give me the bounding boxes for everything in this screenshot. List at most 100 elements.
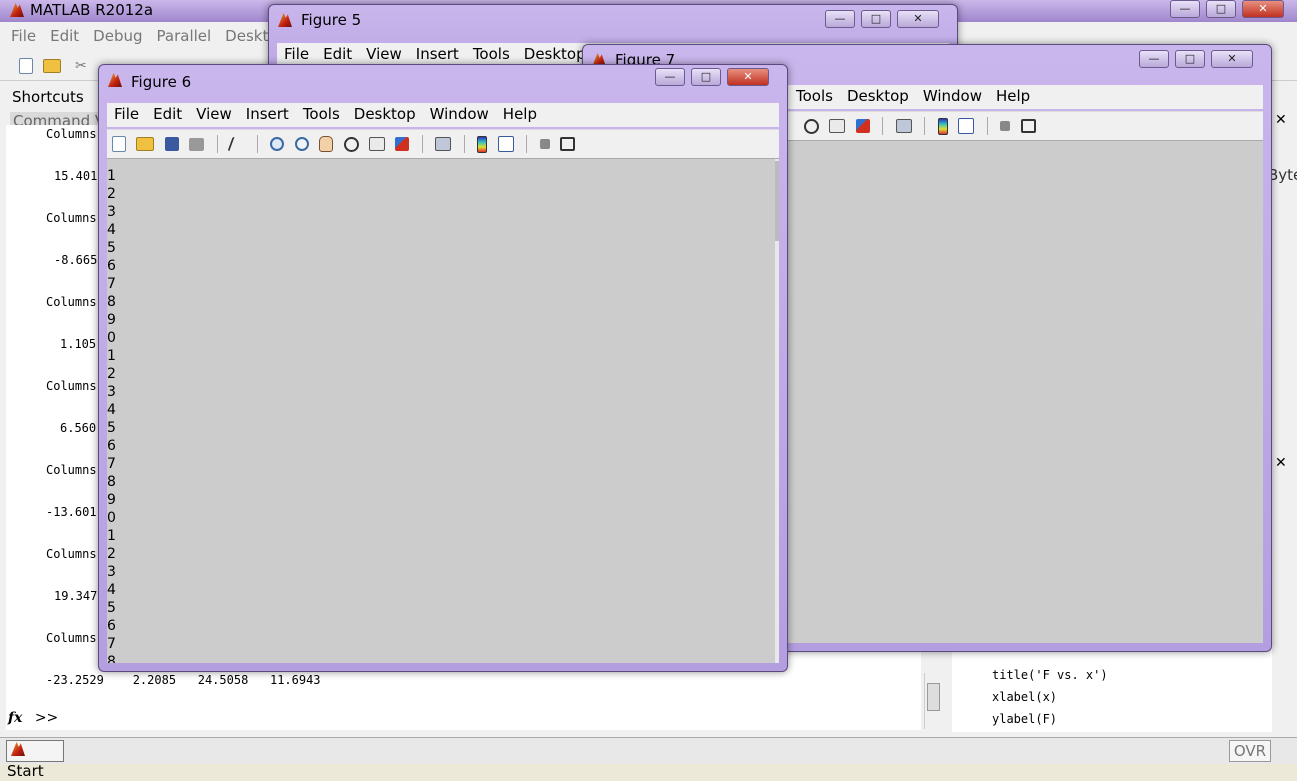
menu-view[interactable]: View	[189, 103, 239, 127]
figure-6-canvas[interactable]: 1 2 3 4 5 6 7 8 9 0 1 2 3 4 5 6 7 8 9 0 1 2 3 4 5 6 7 8	[107, 159, 779, 663]
menu-insert[interactable]: Insert	[239, 103, 296, 127]
menu-help[interactable]: Help	[989, 85, 1037, 109]
brush-icon[interactable]	[855, 119, 870, 133]
maximize-button[interactable]: □	[1206, 0, 1236, 18]
minimize-button[interactable]: —	[825, 10, 855, 28]
axis-digit-label: 6	[107, 258, 116, 274]
menu-window[interactable]: Window	[423, 103, 496, 127]
axis-digit-label: 8	[107, 294, 116, 310]
status-bar	[0, 737, 1297, 764]
cut-icon[interactable]: ✂	[75, 58, 91, 74]
pan-icon[interactable]	[319, 136, 334, 152]
legend-icon[interactable]	[497, 136, 514, 152]
minimize-button[interactable]: —	[1139, 50, 1169, 68]
axis-digit-label: 5	[107, 420, 116, 436]
legend-icon[interactable]	[958, 118, 975, 134]
zoom-in-icon[interactable]	[270, 137, 285, 151]
axis-digit-label: 7	[107, 276, 116, 292]
rotate-3d-icon[interactable]	[343, 136, 359, 152]
print-icon[interactable]	[189, 137, 205, 151]
maximize-button[interactable]: □	[691, 68, 721, 86]
maximize-button[interactable]: □	[861, 10, 891, 28]
menu-tools[interactable]: Tools	[789, 85, 840, 109]
matlab-logo-icon	[10, 3, 24, 17]
axis-digit-label: 2	[107, 366, 116, 382]
close-button[interactable]: ✕	[1211, 50, 1253, 68]
menu-desktop[interactable]: Desktop	[347, 103, 423, 127]
close-button[interactable]: ✕	[727, 68, 769, 86]
command-output-line: 6.560	[60, 421, 97, 435]
new-figure-icon[interactable]	[112, 136, 126, 152]
save-icon[interactable]	[164, 137, 179, 151]
close-button[interactable]: ✕	[897, 10, 939, 28]
close-button[interactable]: ✕	[1242, 0, 1284, 18]
maximize-button[interactable]: □	[1175, 50, 1205, 68]
command-output-line: 1.105	[60, 337, 97, 351]
panel-close-icon[interactable]: ✕	[1275, 455, 1287, 471]
axis-digit-label: 3	[107, 564, 116, 580]
workspace-column-header: Byte	[1268, 166, 1297, 184]
axis-digit-label: 9	[107, 312, 116, 328]
data-cursor-icon[interactable]	[368, 137, 385, 151]
command-output-line: Columns	[46, 295, 97, 309]
command-history-panel: title('F vs. x') xlabel(x) ylabel(F)	[952, 640, 1272, 732]
open-file-icon[interactable]	[136, 137, 155, 151]
menu-parallel[interactable]: Parallel	[150, 25, 219, 49]
hide-plot-tools-icon[interactable]	[1000, 121, 1011, 131]
brush-icon[interactable]	[395, 137, 410, 151]
menu-edit[interactable]: Edit	[43, 25, 86, 49]
link-plot-icon[interactable]	[895, 119, 912, 133]
command-output-line: Columns	[46, 379, 97, 393]
command-window-scrollbar[interactable]	[924, 673, 941, 729]
scrollbar-thumb[interactable]	[775, 161, 779, 241]
history-item[interactable]: ylabel(F)	[992, 712, 1057, 726]
axis-digit-label: 4	[107, 402, 116, 418]
command-output-line: -13.601	[46, 505, 97, 519]
edit-plot-icon[interactable]	[227, 137, 247, 151]
menu-desktop[interactable]: Desktop	[840, 85, 916, 109]
toolbar-separator	[421, 135, 423, 153]
rotate-3d-icon[interactable]	[804, 118, 819, 134]
start-button[interactable]: Start	[6, 740, 64, 780]
history-item[interactable]: title('F vs. x')	[992, 668, 1108, 682]
data-cursor-icon[interactable]	[829, 119, 846, 133]
command-prompt-row[interactable]: fx >>	[8, 710, 58, 726]
toolbar-separator	[924, 117, 926, 135]
hide-plot-tools-icon[interactable]	[539, 139, 550, 149]
axis-digit-label: 1	[107, 348, 116, 364]
zoom-out-icon[interactable]	[294, 137, 309, 151]
show-plot-tools-icon[interactable]	[560, 137, 576, 151]
panel-close-icon[interactable]: ✕	[1275, 112, 1287, 128]
figure-6-title: Figure 6	[131, 73, 192, 91]
axis-digit-label: 7	[107, 636, 116, 652]
menu-help[interactable]: Help	[496, 103, 544, 127]
canvas-scrollbar[interactable]	[775, 159, 779, 663]
axis-digit-label: 1	[107, 528, 116, 544]
fx-icon[interactable]: fx	[8, 710, 22, 726]
minimize-button[interactable]: —	[1170, 0, 1200, 18]
minimize-button[interactable]: —	[655, 68, 685, 86]
command-output-line: 19.347	[54, 589, 98, 603]
scrollbar-thumb[interactable]	[927, 683, 940, 711]
menu-edit[interactable]: Edit	[146, 103, 189, 127]
menu-window[interactable]: Window	[916, 85, 989, 109]
toolbar-separator	[986, 117, 988, 135]
link-plot-icon[interactable]	[435, 137, 452, 151]
toolbar-separator	[526, 135, 528, 153]
menu-tools[interactable]: Tools	[296, 103, 347, 127]
menu-debug[interactable]: Debug	[86, 25, 149, 49]
shortcuts-label[interactable]: Shortcuts	[12, 88, 84, 106]
new-file-icon[interactable]	[19, 58, 33, 74]
figure-5-window-controls: — □ ✕	[825, 10, 939, 28]
axis-digit-label: 1	[107, 168, 116, 184]
menu-file[interactable]: File	[4, 25, 43, 49]
axis-digit-label: 2	[107, 186, 116, 202]
menu-desktop[interactable]: Deskt	[218, 25, 275, 49]
figure-6-window[interactable]: Figure 6 — □ ✕ File Edit View Insert Too…	[98, 64, 788, 672]
menu-file[interactable]: File	[107, 103, 146, 127]
colorbar-icon[interactable]	[477, 135, 488, 153]
open-folder-icon[interactable]	[43, 59, 61, 73]
show-plot-tools-icon[interactable]	[1020, 119, 1036, 133]
history-item[interactable]: xlabel(x)	[992, 690, 1057, 704]
colorbar-icon[interactable]	[937, 117, 948, 135]
